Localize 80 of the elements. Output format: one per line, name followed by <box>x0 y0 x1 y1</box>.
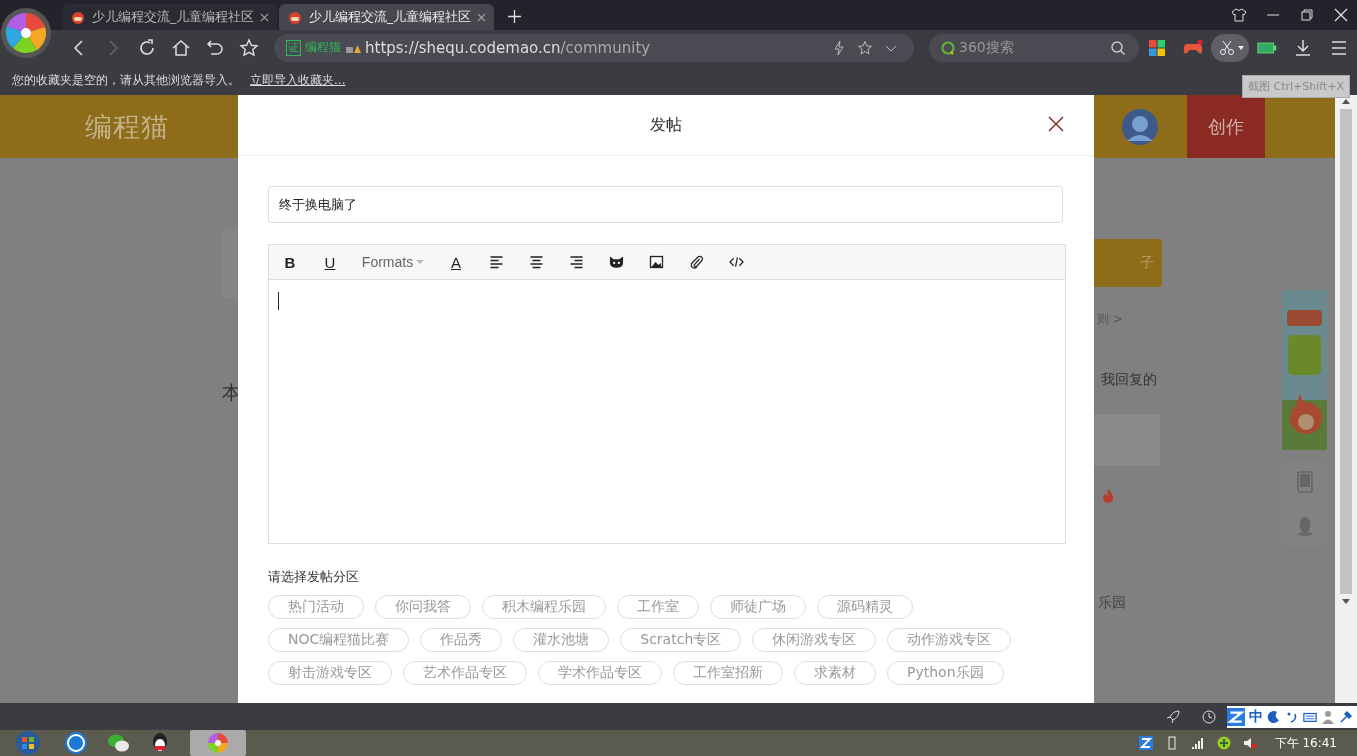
bold-button[interactable]: B <box>270 245 310 279</box>
category-tag[interactable]: 艺术作品专区 <box>403 661 527 685</box>
create-button[interactable]: 创作 <box>1187 95 1265 158</box>
import-bookmarks-link[interactable]: 立即导入收藏夹... <box>250 71 346 89</box>
category-tag[interactable]: 动作游戏专区 <box>887 628 1012 652</box>
category-tag[interactable]: 源码精灵 <box>817 595 913 619</box>
align-center-icon[interactable] <box>528 255 544 269</box>
browser-logo-icon[interactable] <box>1 7 51 58</box>
category-tag[interactable]: 学术作品专区 <box>538 661 662 685</box>
star-icon[interactable] <box>857 39 873 56</box>
menu-icon[interactable] <box>1329 38 1349 57</box>
flame-icon <box>1101 488 1115 504</box>
lightning-icon[interactable] <box>831 39 847 56</box>
category-tag[interactable]: Python乐园 <box>887 661 1004 685</box>
close-icon[interactable] <box>260 12 269 22</box>
category-tag[interactable]: 射击游戏专区 <box>268 661 392 685</box>
browser-tab[interactable]: 少儿编程交流_儿童编程社区 <box>279 4 494 30</box>
address-bar[interactable]: 证 编程猫 https://shequ.codemao.cn/community <box>274 33 914 62</box>
download-icon[interactable] <box>1293 38 1313 57</box>
input-method-bar[interactable]: 中 <box>1227 705 1357 728</box>
formats-dropdown[interactable]: Formats <box>350 245 436 279</box>
clock-icon[interactable] <box>1201 708 1217 725</box>
search-field[interactable]: 360搜索 <box>929 33 1139 62</box>
certificate-badge: 证 <box>286 39 301 56</box>
tooltip: 截图 Ctrl+Shift+X <box>1241 75 1350 98</box>
paperclip-icon[interactable] <box>688 255 704 269</box>
screenshot-button[interactable] <box>1211 33 1249 62</box>
browser-tab[interactable]: 少儿编程交流_儿童编程社区 <box>62 4 277 30</box>
rocket-icon[interactable] <box>1165 708 1181 725</box>
underline-button[interactable]: U <box>310 245 350 279</box>
dialog-title: 发帖 <box>650 114 682 136</box>
site-logo[interactable]: 编程猫 <box>85 108 169 145</box>
restore-icon[interactable] <box>1299 7 1315 23</box>
card-background <box>222 228 238 298</box>
scissors-icon[interactable] <box>1219 39 1235 56</box>
reload-icon[interactable] <box>137 37 157 58</box>
search-icon[interactable] <box>1110 39 1126 56</box>
text-color-button[interactable]: A <box>436 245 476 279</box>
category-tag[interactable]: 求素材 <box>794 661 876 685</box>
caret-icon[interactable] <box>1238 45 1244 50</box>
gamepad-icon[interactable] <box>1183 38 1203 57</box>
clock[interactable]: 下午 16:41 <box>1274 734 1357 752</box>
align-left-icon[interactable] <box>488 255 504 269</box>
new-tab-icon[interactable] <box>508 10 521 23</box>
category-tag[interactable]: 灌水池塘 <box>513 628 610 652</box>
app-icon[interactable] <box>64 731 88 755</box>
category-label: 请选择发帖分区 <box>268 568 360 586</box>
input-method-icon[interactable] <box>1138 736 1153 750</box>
category-tag[interactable]: 积木编程乐园 <box>482 595 606 619</box>
bookmarks-empty-message: 您的收藏夹是空的，请从其他浏览器导入。 <box>12 71 240 89</box>
category-tag[interactable]: 师徒广场 <box>710 595 806 619</box>
code-icon[interactable] <box>728 255 744 269</box>
home-icon[interactable] <box>171 37 191 58</box>
post-button[interactable]: 子 <box>1094 239 1162 287</box>
category-tag[interactable]: 休闲游戏专区 <box>752 628 877 652</box>
close-icon[interactable] <box>1048 116 1064 132</box>
category-tag[interactable]: Scratch专区 <box>620 628 742 652</box>
browser-taskbar-button[interactable] <box>190 730 246 756</box>
undo-icon[interactable] <box>205 37 225 58</box>
shirt-icon[interactable] <box>1231 7 1247 23</box>
category-tag[interactable]: 工作室 <box>617 595 699 619</box>
align-right-icon[interactable] <box>568 255 584 269</box>
image-icon[interactable] <box>648 255 664 269</box>
category-tag[interactable]: 热门活动 <box>268 595 364 619</box>
speaker-muted-icon[interactable] <box>1242 736 1257 750</box>
category-tag[interactable]: NOC编程猫比赛 <box>268 628 410 652</box>
star-icon[interactable] <box>239 37 259 58</box>
my-replies-tab[interactable]: 我回复的 <box>1094 371 1157 389</box>
avatar[interactable] <box>1122 108 1158 145</box>
category-tag[interactable]: 作品秀 <box>420 628 503 652</box>
card-background <box>1094 414 1160 466</box>
search-logo-icon <box>940 39 956 56</box>
scroll-down-icon[interactable] <box>1342 599 1350 604</box>
scrollbar[interactable] <box>1335 95 1357 703</box>
shield-icon[interactable] <box>1216 736 1231 750</box>
apps-grid-icon[interactable] <box>1147 38 1167 57</box>
category-tag[interactable]: 你问我答 <box>375 595 471 619</box>
title-input[interactable]: 终于换电脑了 <box>268 186 1063 223</box>
category-tag[interactable]: 工作室招新 <box>673 661 783 685</box>
signal-icon[interactable] <box>1190 736 1205 750</box>
